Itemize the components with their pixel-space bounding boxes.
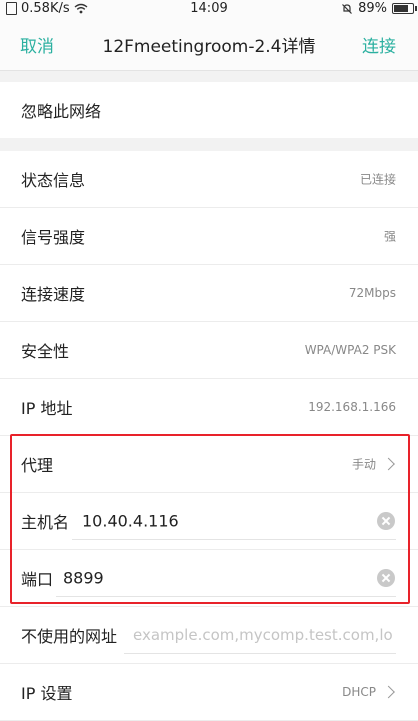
proxy-label: 代理 <box>21 456 54 475</box>
bypass-row: 不使用的网址 example.com,mycomp.test.com,lo <box>0 607 418 664</box>
ip-address-row: IP 地址 192.168.1.166 <box>0 379 418 436</box>
bypass-label: 不使用的网址 <box>21 627 118 646</box>
status-label: 状态信息 <box>21 171 86 190</box>
speed-row: 连接速度 72Mbps <box>0 265 418 322</box>
forget-section: 忽略此网络 <box>0 82 418 138</box>
ip-settings-value: DHCP <box>342 685 376 699</box>
port-input[interactable]: 8899 <box>63 569 104 588</box>
hostname-input[interactable]: 10.40.4.116 <box>82 512 179 531</box>
bypass-input[interactable]: example.com,mycomp.test.com,lo <box>133 626 396 644</box>
page-title: 12Fmeetingroom-2.4详情 <box>102 37 316 57</box>
chevron-right-icon <box>382 685 395 699</box>
bypass-underline <box>124 653 396 654</box>
speed-value: 72Mbps <box>348 286 396 300</box>
status-bar: 0.58K/s 14:09 89% <box>0 0 418 18</box>
status-value: 已连接 <box>359 172 396 187</box>
forget-network-button[interactable]: 忽略此网络 <box>0 82 418 138</box>
port-row: 端口 8899 <box>0 550 418 607</box>
forget-network-label: 忽略此网络 <box>21 102 102 121</box>
ip-address-value: 192.168.1.166 <box>308 400 396 414</box>
top-bar: 取消 12Fmeetingroom-2.4详情 连接 <box>0 18 418 71</box>
ip-address-label: IP 地址 <box>21 399 73 418</box>
hostname-row: 主机名 10.40.4.116 <box>0 493 418 550</box>
clear-hostname-icon[interactable] <box>377 512 395 530</box>
security-value: WPA/WPA2 PSK <box>304 343 396 357</box>
ip-settings-label: IP 设置 <box>21 684 73 703</box>
chevron-right-icon <box>382 457 395 471</box>
details-section: 状态信息 已连接 信号强度 强 连接速度 72Mbps 安全性 WPA/WPA2… <box>0 151 418 721</box>
hostname-underline <box>72 539 396 540</box>
security-label: 安全性 <box>21 342 70 361</box>
speed-label: 连接速度 <box>21 285 86 304</box>
ip-settings-row[interactable]: IP 设置 DHCP <box>0 664 418 721</box>
connect-button[interactable]: 连接 <box>362 32 396 57</box>
clear-port-icon[interactable] <box>377 569 395 587</box>
proxy-row[interactable]: 代理 手动 <box>0 436 418 493</box>
security-row: 安全性 WPA/WPA2 PSK <box>0 322 418 379</box>
hostname-label: 主机名 <box>21 513 70 532</box>
signal-row: 信号强度 强 <box>0 208 418 265</box>
signal-value: 强 <box>383 229 396 244</box>
mute-bell-icon <box>342 3 353 14</box>
status-row: 状态信息 已连接 <box>0 151 418 208</box>
port-label: 端口 <box>21 570 54 589</box>
battery-icon <box>392 3 417 14</box>
signal-label: 信号强度 <box>21 228 86 247</box>
port-underline <box>56 596 396 597</box>
battery-percent: 89% <box>358 1 387 16</box>
proxy-value: 手动 <box>351 457 376 472</box>
